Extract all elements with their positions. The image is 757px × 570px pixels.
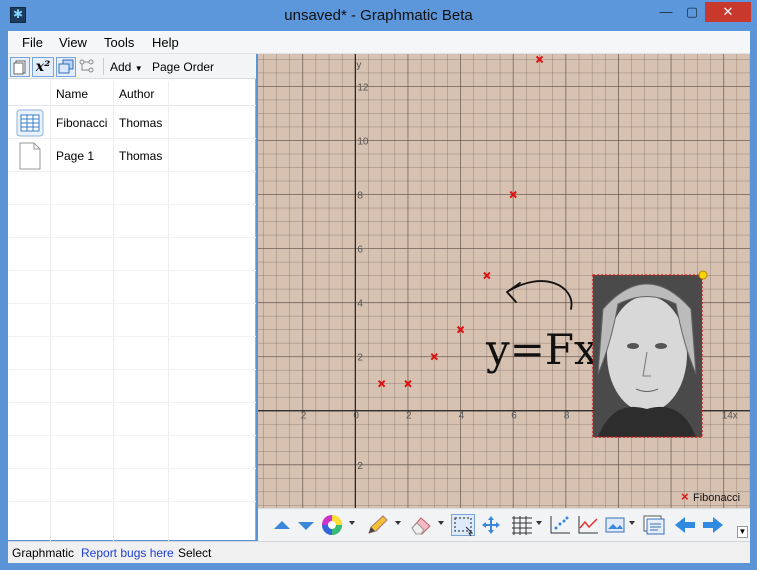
- graph-canvas[interactable]: 2 0 2 4 6 8 14x 12 10 8 6 4 2 2 y y=Fx × Fi: [258, 54, 750, 508]
- chart-legend: × Fibonacci: [681, 489, 740, 504]
- add-dropdown-button[interactable]: Add ▼: [110, 60, 143, 74]
- row-author: Thomas: [119, 116, 163, 130]
- y-axis-label: y: [356, 60, 361, 71]
- x-tick-label: 2: [406, 411, 412, 422]
- line-chart-icon[interactable]: [576, 514, 600, 536]
- chevron-down-icon[interactable]: [536, 521, 542, 525]
- y-tick-label: 10: [357, 136, 369, 147]
- y-tick-label: 4: [357, 299, 363, 310]
- page-icon: [16, 142, 44, 170]
- pan-icon[interactable]: [479, 514, 503, 536]
- eraser-icon[interactable]: [409, 514, 433, 536]
- legend-marker-icon: ×: [681, 489, 689, 504]
- forward-arrow-icon[interactable]: [701, 514, 725, 536]
- drawing-toolbar: ▼: [258, 508, 750, 541]
- pages-toolbar: x² Add ▼ Page Order: [8, 54, 256, 79]
- table-row[interactable]: Fibonacci Thomas: [8, 106, 256, 139]
- y-tick-label: 12: [357, 82, 369, 93]
- portrait-eye: [655, 343, 667, 349]
- empty-row-line: [8, 501, 256, 502]
- y-tick-label: 8: [357, 191, 363, 202]
- x-tick-label: 14x: [722, 411, 738, 422]
- status-app-name: Graphmatic: [12, 546, 75, 560]
- grid-icon[interactable]: [510, 514, 534, 536]
- graph-plot[interactable]: 2 0 2 4 6 8 14x121086422y y=Fx × Fibonac…: [258, 54, 750, 508]
- x-tick-label: 6: [511, 411, 517, 422]
- portrait-image[interactable]: [592, 270, 708, 438]
- chevron-down-icon: ▼: [134, 64, 143, 73]
- empty-row-line: [8, 468, 256, 469]
- resize-handle[interactable]: [698, 270, 708, 280]
- table-icon: [16, 109, 44, 137]
- scatter-plot-icon[interactable]: [548, 514, 572, 536]
- move-up-icon[interactable]: [270, 514, 294, 536]
- status-bar: Graphmatic Report bugs here Select: [8, 541, 750, 563]
- column-header-author[interactable]: Author: [119, 87, 154, 101]
- title-bar[interactable]: unsaved* - Graphmatic Beta — ▢ ✕: [0, 0, 757, 31]
- insert-image-icon[interactable]: [604, 514, 628, 536]
- empty-row-line: [8, 402, 256, 403]
- toolbar-separator: [103, 58, 104, 75]
- menu-help[interactable]: Help: [152, 35, 179, 50]
- x-tick-label: 8: [564, 411, 570, 422]
- minimize-button[interactable]: —: [653, 2, 679, 22]
- row-author: Thomas: [119, 149, 163, 163]
- move-down-icon[interactable]: [294, 514, 318, 536]
- menu-file[interactable]: File: [22, 35, 43, 50]
- pages-panel: x² Add ▼ Page Order Name Author Fibonacc…: [8, 54, 256, 541]
- close-button[interactable]: ✕: [705, 2, 751, 22]
- menu-view[interactable]: View: [59, 35, 87, 50]
- legend-label: Fibonacci: [693, 492, 740, 504]
- back-arrow-icon[interactable]: [673, 514, 697, 536]
- empty-row-line: [8, 237, 256, 238]
- status-mode: Select: [178, 546, 212, 560]
- x-tick-label: 0: [353, 411, 359, 422]
- empty-row-line: [8, 270, 256, 271]
- row-name: Fibonacci: [56, 116, 108, 130]
- layers-icon[interactable]: [56, 57, 76, 77]
- empty-row-line: [8, 303, 256, 304]
- overflow-chevron-icon[interactable]: ▼: [737, 526, 748, 538]
- y-tick-label: 6: [357, 245, 363, 256]
- color-wheel-icon[interactable]: [320, 514, 344, 536]
- hierarchy-icon[interactable]: [78, 57, 98, 77]
- pencil-icon[interactable]: [366, 514, 390, 536]
- row-name: Page 1: [56, 149, 95, 163]
- maximize-button[interactable]: ▢: [679, 2, 705, 22]
- x-tick-label: 4: [459, 411, 465, 422]
- selection-tool-icon[interactable]: [451, 514, 475, 537]
- y-tick-label: 2: [357, 461, 363, 472]
- add-label: Add: [110, 60, 132, 74]
- app-window: unsaved* - Graphmatic Beta — ▢ ✕ File Vi…: [0, 0, 757, 570]
- report-bugs-link[interactable]: Report bugs here: [81, 546, 174, 560]
- pages-table-header: Name Author: [8, 81, 256, 106]
- empty-row-line: [8, 369, 256, 370]
- chevron-down-icon[interactable]: [438, 521, 444, 525]
- document-icon[interactable]: [10, 57, 30, 77]
- equation-icon[interactable]: x²: [32, 57, 54, 77]
- table-row[interactable]: Page 1 Thomas: [8, 139, 256, 172]
- column-header-name[interactable]: Name: [56, 87, 88, 101]
- menu-tools[interactable]: Tools: [104, 35, 134, 50]
- window-title: unsaved* - Graphmatic Beta: [284, 7, 473, 24]
- y-tick-label: 2: [357, 353, 363, 364]
- slideshow-icon[interactable]: [642, 514, 666, 536]
- chevron-down-icon[interactable]: [395, 521, 401, 525]
- empty-row-line: [8, 204, 256, 205]
- x-tick-label: 2: [301, 411, 307, 422]
- portrait-eye: [627, 343, 639, 349]
- annotation-formula[interactable]: y=Fx: [485, 325, 598, 374]
- empty-row-line: [8, 336, 256, 337]
- menu-bar: File View Tools Help: [8, 31, 750, 54]
- annotation-arrow[interactable]: [506, 280, 573, 310]
- chevron-down-icon[interactable]: [629, 521, 635, 525]
- chevron-down-icon[interactable]: [349, 521, 355, 525]
- page-order-button[interactable]: Page Order: [152, 60, 214, 74]
- empty-row-line: [8, 435, 256, 436]
